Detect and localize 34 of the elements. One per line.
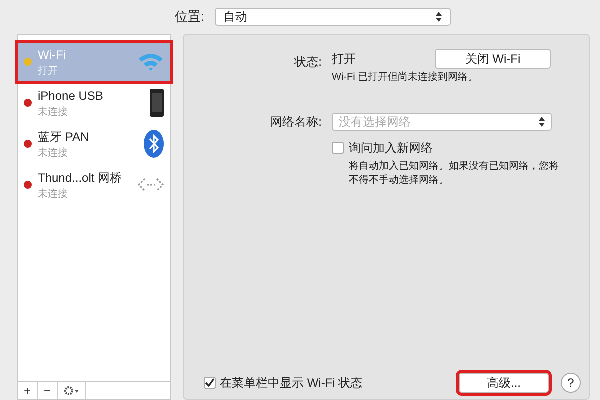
ask-join-note: 将自动加入已知网络。如果没有已知网络，您将不得不手动选择网络。: [349, 160, 559, 188]
service-status: 打开: [38, 64, 59, 78]
bluetooth-icon: [144, 130, 164, 158]
show-in-menu-label: 在菜单栏中显示 Wi-Fi 状态: [220, 375, 363, 392]
wifi-icon: [138, 52, 164, 72]
network-name-label: 网络名称:: [270, 114, 322, 131]
help-button[interactable]: ?: [561, 373, 581, 393]
status-label: 状态:: [294, 54, 322, 71]
remove-button[interactable]: −: [38, 382, 58, 399]
service-name: 蓝牙 PAN: [38, 128, 90, 146]
service-status: 未连接: [38, 188, 69, 202]
service-item[interactable]: Thund...olt 网桥 未连接: [18, 166, 170, 204]
advanced-button[interactable]: 高级...: [459, 373, 549, 393]
status-note: Wi-Fi 已打开但尚未连接到网络。: [332, 70, 480, 85]
location-label: 位置:: [175, 8, 205, 26]
turn-off-wifi-button[interactable]: 关闭 Wi-Fi: [435, 49, 551, 69]
location-dropdown[interactable]: 自动: [214, 8, 451, 26]
service-name: Thund...olt 网桥: [38, 170, 124, 186]
phone-icon: [150, 89, 164, 117]
stepper-icon: [539, 117, 545, 127]
status-value: 打开: [332, 51, 357, 68]
service-status: 未连接: [38, 106, 69, 120]
gear-icon: [64, 386, 80, 396]
service-item[interactable]: 蓝牙 PAN 未连接: [18, 125, 170, 163]
ask-join-checkbox[interactable]: [332, 142, 344, 154]
show-in-menu-checkbox[interactable]: [204, 377, 216, 389]
service-name: iPhone USB: [38, 88, 104, 104]
ask-join-label: 询问加入新网络: [349, 140, 433, 157]
stepper-icon: [436, 12, 442, 22]
service-status: 未连接: [38, 146, 69, 160]
add-button[interactable]: +: [18, 382, 38, 399]
service-item[interactable]: iPhone USB 未连接: [18, 84, 170, 122]
service-name: Wi-Fi: [38, 46, 67, 64]
arrows-icon: [138, 177, 164, 193]
